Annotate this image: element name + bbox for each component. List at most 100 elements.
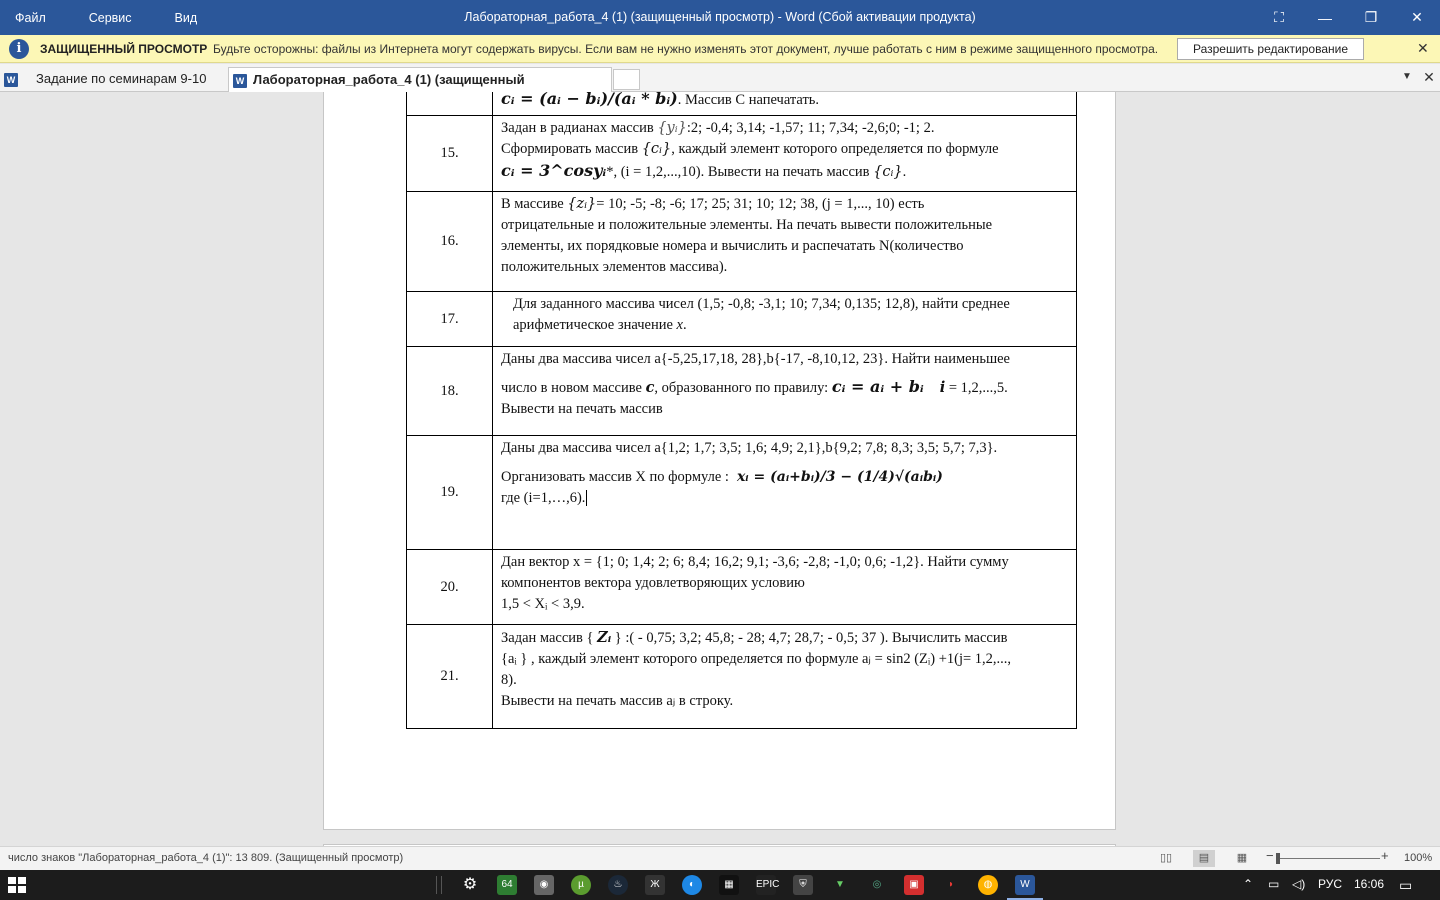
focus-mode-icon[interactable]: ⛶: [1256, 0, 1302, 35]
enable-editing-button[interactable]: Разрешить редактирование: [1177, 38, 1364, 60]
app-icon[interactable]: ◎: [867, 875, 887, 895]
table-cell: [406, 92, 493, 116]
app-icon[interactable]: ◐: [682, 875, 702, 895]
app-icon[interactable]: ◗: [941, 875, 961, 895]
cell-text: .: [902, 164, 907, 180]
epic-games-icon[interactable]: EPIC: [756, 875, 779, 895]
cell-text: Задан в радианах массив: [501, 120, 658, 136]
menu-view[interactable]: Вид: [160, 11, 198, 25]
minimize-button[interactable]: —: [1302, 0, 1348, 35]
taskbar: ⚙ 64 ◉ µ ♨ Ж ◐ ▦ EPIC ⛨ ▼ ◎ ▣ ◗ ◍ W ⌃ ▭ …: [0, 870, 1440, 900]
cell-text: арифметическое значение: [513, 317, 677, 333]
cell-text: В массиве: [501, 196, 568, 212]
table-row: 18. Даны два массива чисел а{-5,25,17,18…: [406, 346, 1077, 436]
formula: {zᵢ}: [567, 196, 597, 212]
cell-text: = 10; -5; -8; -6; 17; 25; 31; 10; 12; 38…: [596, 196, 925, 212]
task-text: Дан вектор x = {1; 0; 1,4; 2; 6; 8,4; 16…: [492, 549, 1077, 625]
row-number: 17.: [406, 291, 493, 347]
formula: cᵢ = aᵢ + bᵢ: [831, 377, 924, 396]
close-button[interactable]: ✕: [1394, 0, 1440, 35]
zoom-slider[interactable]: − +: [1266, 848, 1392, 867]
zoom-in-icon[interactable]: +: [1381, 848, 1389, 863]
zoom-thumb[interactable]: [1276, 853, 1280, 864]
task-text: Для заданного массива чисел (1,5; -0,8; …: [492, 291, 1077, 347]
cell-text: , образованного по правилу:: [654, 380, 832, 396]
zoom-percent[interactable]: 100%: [1404, 852, 1432, 864]
formula: cᵢ = 3^cosyᵢ: [501, 161, 607, 180]
menu-file[interactable]: Файл: [0, 11, 46, 25]
formula: {yᵢ}: [657, 120, 687, 136]
row-number: 16.: [406, 191, 493, 292]
info-icon: i: [9, 39, 29, 59]
windows-start-icon[interactable]: [8, 877, 26, 893]
cell-text: отрицательные и положительные элементы. …: [501, 217, 993, 233]
chevron-up-icon[interactable]: ⌃: [1243, 877, 1253, 891]
app-icon[interactable]: ▼: [830, 875, 850, 895]
read-mode-icon[interactable]: ▯▯: [1155, 850, 1177, 867]
menu-service[interactable]: Сервис: [74, 11, 132, 25]
cell-text: Даны два массива чисел а{-5,25,17,18, 28…: [501, 351, 1010, 367]
cell-text: Задан массив {: [501, 630, 598, 646]
close-icon[interactable]: ✕: [1417, 40, 1429, 57]
text-cursor: [586, 490, 588, 506]
network-icon[interactable]: ▭: [1268, 877, 1279, 891]
cell-text: .: [682, 317, 687, 333]
word-count-status[interactable]: число знаков "Лабораторная_работа_4 (1)"…: [8, 852, 403, 864]
settings-icon[interactable]: ⚙: [460, 875, 480, 895]
cell-text: Организовать массив Х по формуле :: [501, 469, 729, 485]
document-tabs: W Задание по семинарам 9-10 W Лабораторная…: [0, 64, 1440, 111]
torrent-icon[interactable]: µ: [571, 875, 591, 895]
cell-text-with-cursor[interactable]: где (i=1,…,6).: [501, 488, 1068, 509]
cell-text: *, (i = 1,2,...,10). Вывести на печать м…: [606, 164, 874, 180]
divider: [441, 876, 442, 894]
app-icon[interactable]: ▦: [719, 875, 739, 895]
web-layout-icon[interactable]: ▦: [1231, 850, 1253, 867]
task-text: Задан массив { Zᵢ } :( - 0,75; 3,2; 45,8…: [492, 624, 1077, 729]
table-row: cᵢ = (aᵢ − bᵢ)/(aᵢ * bᵢ). Массив С напеч…: [406, 92, 1077, 116]
task-text: Даны два массива чисел а{1,2; 1,7; 3,5; …: [492, 435, 1077, 550]
close-icon[interactable]: ✕: [1421, 68, 1437, 86]
language-indicator[interactable]: РУС: [1318, 877, 1342, 891]
title-bar: Файл Сервис Вид Лабораторная_работа_4 (1…: [0, 0, 1440, 35]
notification-icon[interactable]: ▭: [1399, 877, 1412, 894]
app-icon[interactable]: ▣: [904, 875, 924, 895]
tab-lab-doc[interactable]: WЛабораторная_работа_4 (1) (защищенный п…: [228, 67, 612, 111]
cell-text: Вывести на печать массив: [501, 401, 663, 417]
cell-text: 1,5 < Xᵢ < 3,9.: [501, 596, 585, 612]
formula: {cᵢ}: [873, 164, 903, 180]
status-bar: число знаков "Лабораторная_работа_4 (1)"…: [0, 846, 1440, 870]
app-icon[interactable]: ◉: [534, 875, 554, 895]
table-row: 19. Даны два массива чисел а{1,2; 1,7; 3…: [406, 435, 1077, 550]
app-icon[interactable]: Ж: [645, 875, 665, 895]
word-icon[interactable]: W: [1007, 875, 1043, 900]
formula: xᵢ = (aᵢ+bᵢ)/3 − (1/4)√(aᵢbᵢ): [736, 469, 943, 485]
row-number: 15.: [406, 115, 493, 192]
zoom-out-icon[interactable]: −: [1266, 848, 1274, 863]
table-row: 15. Задан в радианах массив {yᵢ}:2; -0,4…: [406, 115, 1077, 192]
table-row: 21. Задан массив { Zᵢ } :( - 0,75; 3,2; …: [406, 624, 1077, 729]
restore-button[interactable]: ❐: [1348, 0, 1394, 35]
formula: Zᵢ: [597, 629, 612, 646]
steam-icon[interactable]: ♨: [608, 875, 628, 895]
task-text: Задан в радианах массив {yᵢ}:2; -0,4; 3,…: [492, 115, 1077, 192]
word-doc-icon: W: [4, 72, 18, 87]
print-layout-icon[interactable]: ▤: [1193, 850, 1215, 867]
cell-text: где (i=1,…,6).: [501, 490, 586, 506]
tasks-table: cᵢ = (aᵢ − bᵢ)/(aᵢ * bᵢ). Массив С напеч…: [406, 92, 1077, 729]
new-tab-button[interactable]: [613, 69, 640, 90]
volume-icon[interactable]: ◁): [1292, 877, 1305, 891]
row-number: 19.: [406, 435, 493, 550]
table-row: 20. Дан вектор x = {1; 0; 1,4; 2; 6; 8,4…: [406, 549, 1077, 625]
app-icon[interactable]: ⛨: [793, 875, 813, 895]
chevron-down-icon[interactable]: ▼: [1398, 68, 1416, 86]
cell-text: положительных элементов массива).: [501, 259, 728, 275]
tab-seminar-doc[interactable]: W Задание по семинарам 9-10: [4, 67, 226, 92]
document-area[interactable]: cᵢ = (aᵢ − bᵢ)/(aᵢ * bᵢ). Массив С напеч…: [0, 92, 1440, 846]
clock[interactable]: 16:06: [1354, 877, 1384, 891]
document-page: cᵢ = (aᵢ − bᵢ)/(aᵢ * bᵢ). Массив С напеч…: [323, 92, 1116, 830]
chrome-icon[interactable]: ◍: [978, 875, 998, 895]
cell-text: :2; -0,4; 3,14; -1,57; 11; 7,34; -2,6;0;…: [686, 120, 935, 136]
row-number: 18.: [406, 346, 493, 436]
app-64-icon[interactable]: 64: [497, 875, 517, 895]
zoom-track: [1278, 858, 1380, 859]
